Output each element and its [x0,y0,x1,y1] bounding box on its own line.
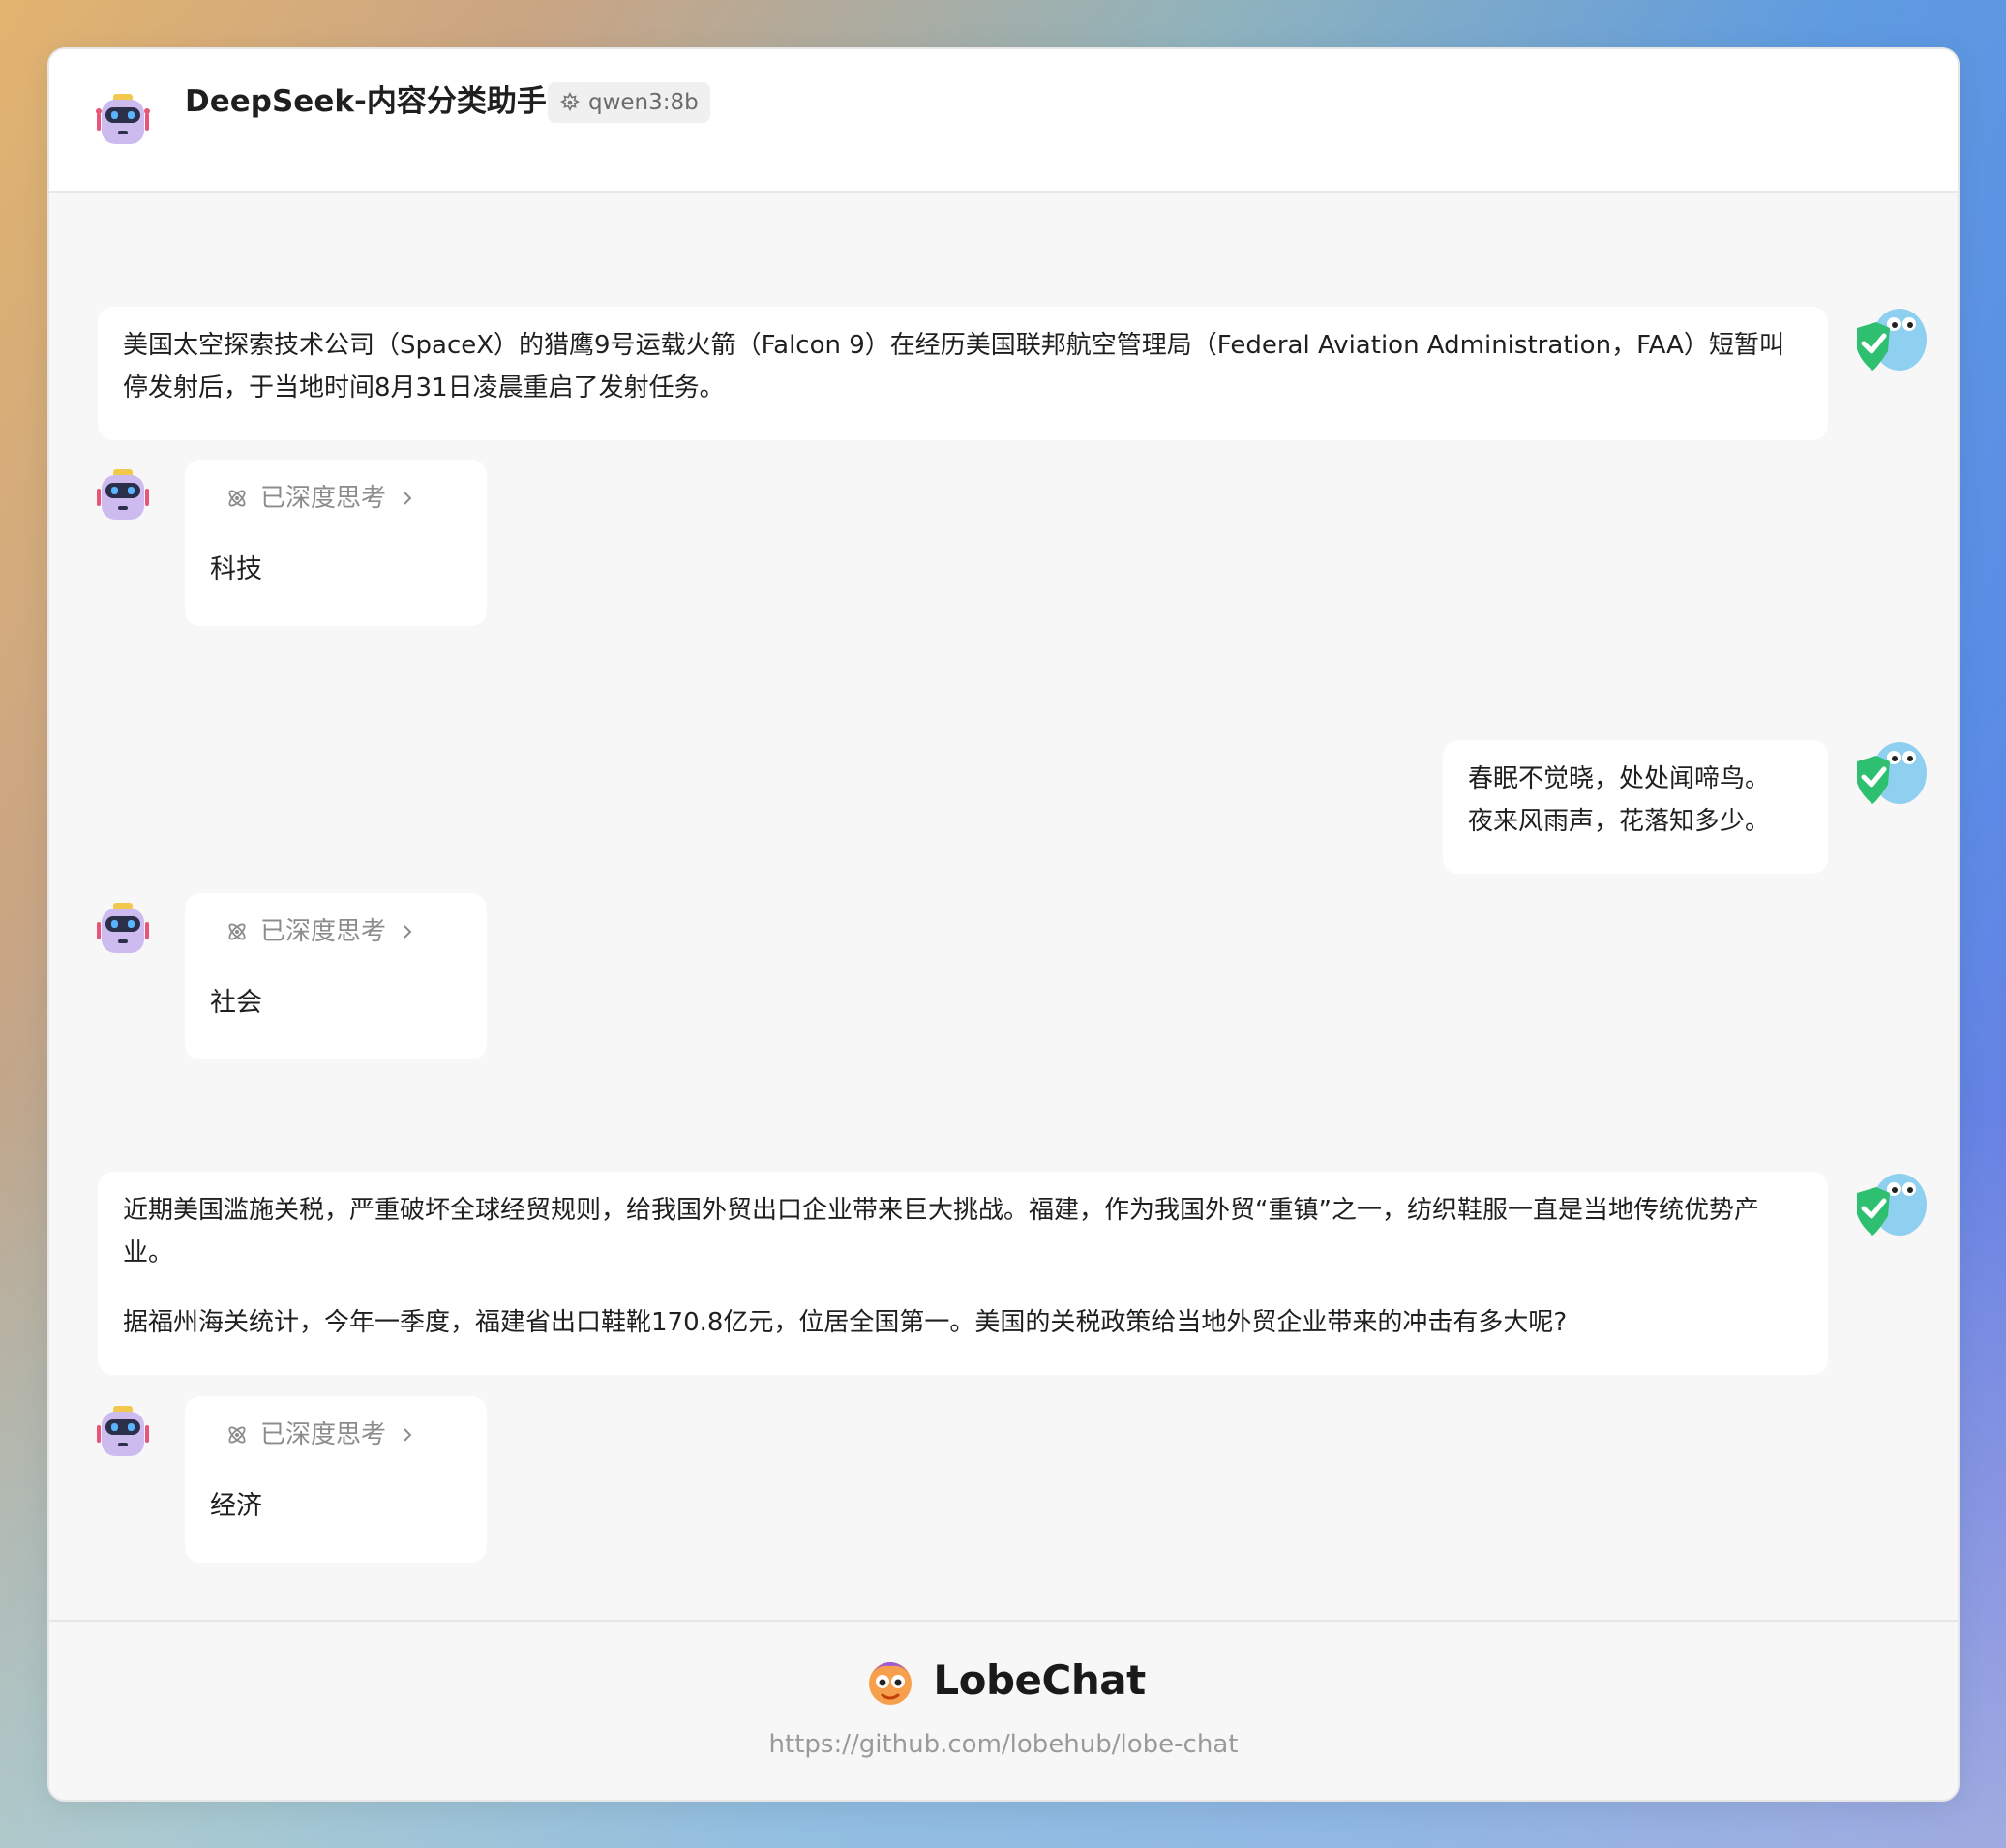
assistant-answer: 社会 [210,988,262,1018]
assistant-title: DeepSeek-内容分类助手 [185,84,547,119]
assistant-message: 已深度思考 经济 [185,1396,487,1563]
message-list: 美国太空探索技术公司（SpaceX）的猎鹰9号运载火箭（Falcon 9）在经历… [49,194,1958,1618]
model-name: qwen3:8b [588,90,699,115]
brand: LobeChat [49,1651,1958,1709]
footer: LobeChat https://github.com/lobehub/lobe… [49,1620,1958,1800]
brand-name: LobeChat [933,1655,1146,1704]
chevron-right-icon [404,925,412,939]
assistant-answer: 科技 [210,554,262,584]
user-message: 美国太空探索技术公司（SpaceX）的猎鹰9号运载火箭（Falcon 9）在经历… [98,307,1828,440]
robot-avatar-icon [97,1406,149,1456]
chevron-right-icon [404,492,412,505]
ollama-icon [559,92,581,112]
thinking-label: 已深度思考 [260,917,387,946]
assistant-message: 已深度思考 科技 [185,460,487,626]
thinking-toggle[interactable]: 已深度思考 [210,1416,462,1454]
atom-icon [228,1426,246,1444]
message-text: 美国太空探索技术公司（SpaceX）的猎鹰9号运载火箭（Falcon 9）在经历… [123,331,1784,402]
lobechat-logo-icon [869,1662,913,1705]
message-paragraph: 据福州海关统计，今年一季度，福建省出口鞋靴170.8亿元，位居全国第一。美国的关… [123,1308,1568,1337]
thinking-label: 已深度思考 [260,484,387,513]
thinking-toggle[interactable]: 已深度思考 [210,479,462,518]
gopher-shield-avatar-icon [1857,1174,1927,1236]
gopher-shield-avatar-icon [1857,309,1927,371]
brand-url[interactable]: https://github.com/lobehub/lobe-chat [49,1730,1958,1759]
gopher-shield-avatar-icon [1857,742,1927,804]
message-line: 夜来风雨声，花落知多少。 [1468,807,1771,836]
chat-header: DeepSeek-内容分类助手 qwen3:8b [49,49,1958,193]
robot-avatar-icon [97,469,149,520]
thinking-label: 已深度思考 [260,1420,387,1449]
model-tag[interactable]: qwen3:8b [548,82,710,123]
message-paragraph: 近期美国滥施关税，严重破坏全球经贸规则，给我国外贸出口企业带来巨大挑战。福建，作… [123,1196,1759,1267]
assistant-message: 已深度思考 社会 [185,893,487,1059]
thinking-toggle[interactable]: 已深度思考 [210,912,462,951]
robot-avatar-icon [97,903,149,953]
atom-icon [228,923,246,940]
chevron-right-icon [404,1428,412,1442]
assistant-answer: 经济 [210,1491,262,1521]
message-line: 春眠不觉晓，处处闻啼鸟。 [1468,764,1771,793]
user-message: 近期美国滥施关税，严重破坏全球经贸规则，给我国外贸出口企业带来巨大挑战。福建，作… [98,1172,1828,1375]
chat-window: DeepSeek-内容分类助手 qwen3:8b 美国太空探索技术公司（Spac… [47,47,1960,1802]
robot-avatar-icon [96,94,150,144]
atom-icon [228,490,246,507]
user-message: 春眠不觉晓，处处闻啼鸟。 夜来风雨声，花落知多少。 [1443,740,1828,874]
